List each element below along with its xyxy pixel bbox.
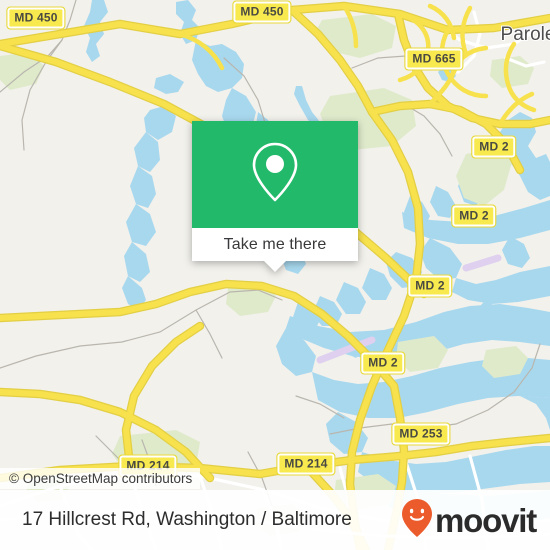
callout-header xyxy=(192,121,358,228)
road-shield-md-2-3: MD 2 xyxy=(471,135,517,159)
callout-action-bar[interactable]: Take me there xyxy=(192,228,358,272)
road-shield-md-450-1: MD 450 xyxy=(232,0,292,24)
moovit-pin-smiley-icon xyxy=(402,498,433,542)
callout-pointer-tail xyxy=(264,261,286,272)
road-shield-md-2-4: MD 2 xyxy=(451,204,497,228)
address-title: 17 Hillcrest Rd, Washington / Baltimore xyxy=(22,509,352,530)
road-shield-md-450-0: MD 450 xyxy=(6,6,66,30)
road-shield-md-2-6: MD 2 xyxy=(360,351,406,375)
bottom-info-bar: 17 Hillcrest Rd, Washington / Baltimore … xyxy=(0,490,550,550)
road-shield-md-253-7: MD 253 xyxy=(391,422,451,446)
map-screen: MD 450 MD 450 MD 665 MD 2 MD 2 MD 2 MD 2 MD 253… xyxy=(0,0,550,550)
road-shield-md-214-9: MD 214 xyxy=(276,452,336,476)
destination-callout-card[interactable]: Take me there xyxy=(192,121,358,272)
map-pin-icon xyxy=(249,140,301,209)
road-shield-md-2-5: MD 2 xyxy=(407,274,453,298)
moovit-brand[interactable]: moovit xyxy=(402,498,537,542)
moovit-wordmark: moovit xyxy=(435,501,537,539)
road-shield-md-665-2: MD 665 xyxy=(404,47,464,71)
place-label-parole: Parole xyxy=(500,24,550,45)
take-me-there-label: Take me there xyxy=(223,235,327,253)
map-attribution[interactable]: © OpenStreetMap contributors xyxy=(0,468,201,489)
attribution-text: © OpenStreetMap contributors xyxy=(9,471,193,486)
